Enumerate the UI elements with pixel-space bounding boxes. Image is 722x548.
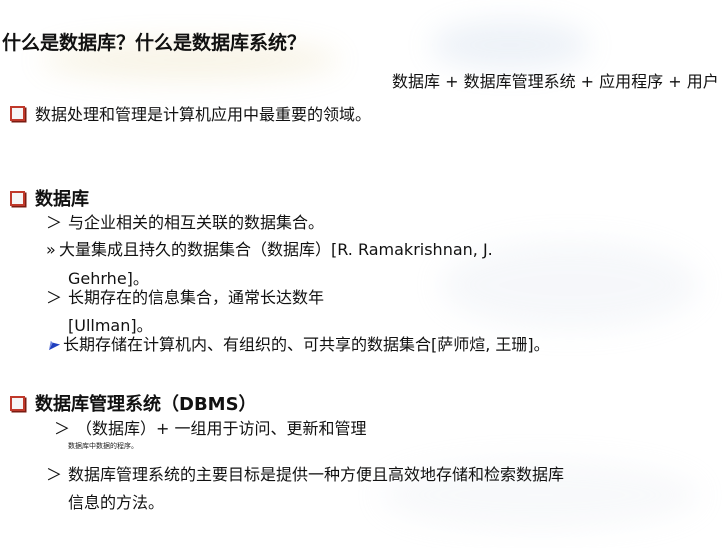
square-bullet-icon (10, 190, 25, 206)
greater-than-marker: ＞ (46, 288, 63, 307)
intro-bullet: 数据处理和管理是计算机应用中最重要的领域。 (10, 101, 371, 125)
greater-than-marker: ＞ (54, 419, 71, 438)
square-bullet-icon (10, 395, 25, 411)
database-system-formula: 数据库 + 数据库管理系统 + 应用程序 + 用户 (392, 72, 719, 91)
dbms-item-1-note: 数据库中数据的程序。 (68, 442, 138, 450)
arrow-bullet-icon (48, 340, 61, 351)
database-item-3: ＞ 长期存在的信息集合，通常长达数年 (46, 286, 324, 310)
double-chevron-marker: » (46, 240, 56, 259)
database-item-text: 大量集成且持久的数据集合（数据库）[R. Ramakrishnan, J. (59, 240, 493, 259)
slide: 什么是数据库？什么是数据库系统？ 数据库 + 数据库管理系统 + 应用程序 + … (0, 0, 722, 548)
database-item-text: 与企业相关的相互关联的数据集合。 (68, 213, 325, 232)
dbms-heading: 数据库管理系统（DBMS） (35, 394, 257, 415)
database-heading: 数据库 (35, 189, 89, 210)
square-bullet-icon (10, 105, 25, 121)
dbms-item-text: 数据库管理系统的主要目标是提供一种方便且高效地存储和检索数据库 (68, 465, 565, 484)
database-heading-bullet: 数据库 (10, 185, 89, 211)
dbms-item-text: （数据库）+ 一组用于访问、更新和管理 (76, 419, 367, 438)
dbms-item-2-continuation: 信息的方法。 (68, 493, 165, 512)
background-blob (430, 20, 590, 70)
dbms-item-1: ＞ （数据库）+ 一组用于访问、更新和管理 (54, 417, 367, 441)
database-item-2: » 大量集成且持久的数据集合（数据库）[R. Ramakrishnan, J. (46, 238, 493, 262)
database-item-4: 长期存储在计算机内、有组织的、可共享的数据集合[萨师煊, 王珊]。 (48, 333, 550, 357)
intro-text: 数据处理和管理是计算机应用中最重要的领域。 (35, 105, 372, 124)
greater-than-marker: ＞ (46, 213, 63, 232)
database-item-text: 长期存在的信息集合，通常长达数年 (68, 288, 325, 307)
greater-than-marker: ＞ (46, 465, 63, 484)
database-item-1: ＞ 与企业相关的相互关联的数据集合。 (46, 211, 324, 235)
dbms-heading-bullet: 数据库管理系统（DBMS） (10, 390, 257, 416)
dbms-item-2: ＞ 数据库管理系统的主要目标是提供一种方便且高效地存储和检索数据库 (46, 463, 564, 487)
database-item-text: 长期存储在计算机内、有组织的、可共享的数据集合[萨师煊, 王珊]。 (63, 335, 550, 354)
slide-title: 什么是数据库？什么是数据库系统？ (2, 32, 307, 54)
